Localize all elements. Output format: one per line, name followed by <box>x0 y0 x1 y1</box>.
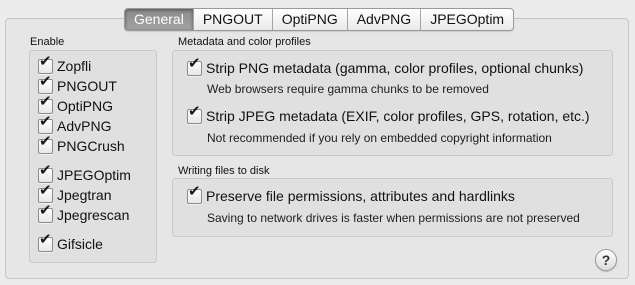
enable-jpegtran-label: Jpegtran <box>57 187 112 203</box>
tab-jpegoptim[interactable]: JPEGOptim <box>420 9 513 30</box>
writing-group-label: Writing files to disk <box>178 165 270 177</box>
checkmark-icon: ✔ <box>188 53 201 72</box>
enable-gifsicle-checkbox[interactable]: ✔ Gifsicle <box>38 231 103 252</box>
strip-png-note: Web browsers require gamma chunks to be … <box>207 82 489 96</box>
enable-group-label: Enable <box>30 36 65 48</box>
preserve-permissions-note: Saving to network drives is faster when … <box>207 211 580 225</box>
checkbox-box[interactable]: ✔ <box>38 202 53 223</box>
strip-png-metadata-checkbox[interactable]: ✔ Strip PNG metadata (gamma, color profi… <box>187 55 584 76</box>
help-button[interactable]: ? <box>595 249 617 271</box>
strip-jpeg-metadata-checkbox[interactable]: ✔ Strip JPEG metadata (EXIF, color profi… <box>187 103 590 124</box>
checkmark-icon: ✔ <box>188 181 201 200</box>
enable-jpegrescan-label: Jpegrescan <box>57 207 130 223</box>
tab-advpng[interactable]: AdvPNG <box>346 9 420 30</box>
checkmark-icon: ✔ <box>39 51 52 70</box>
preserve-permissions-checkbox[interactable]: ✔ Preserve file permissions, attributes … <box>187 183 515 204</box>
metadata-group-label: Metadata and color profiles <box>178 36 311 48</box>
checkmark-icon: ✔ <box>39 71 52 90</box>
checkmark-icon: ✔ <box>188 101 201 120</box>
checkbox-box[interactable]: ✔ <box>38 231 53 252</box>
tab-bar: General PNGOUT OptiPNG AdvPNG JPEGOptim <box>124 8 515 31</box>
tab-general[interactable]: General <box>125 9 193 30</box>
preserve-permissions-label: Preserve file permissions, attributes an… <box>206 188 515 204</box>
help-icon: ? <box>601 252 611 268</box>
enable-pngout-label: PNGOUT <box>57 78 117 94</box>
strip-jpeg-metadata-label: Strip JPEG metadata (EXIF, color profile… <box>206 108 590 124</box>
tab-pngout[interactable]: PNGOUT <box>192 9 272 30</box>
enable-pngcrush-label: PNGCrush <box>57 138 125 154</box>
enable-jpegoptim-checkbox[interactable]: ✔ JPEGOptim <box>38 162 131 183</box>
strip-jpeg-note: Not recommended if you rely on embedded … <box>207 131 552 145</box>
checkmark-icon: ✔ <box>39 91 52 110</box>
checkmark-icon: ✔ <box>39 180 52 199</box>
enable-pngcrush-checkbox[interactable]: ✔ PNGCrush <box>38 133 125 154</box>
enable-gifsicle-label: Gifsicle <box>57 236 103 252</box>
checkbox-box[interactable]: ✔ <box>187 103 202 124</box>
enable-advpng-label: AdvPNG <box>57 118 112 134</box>
checkmark-icon: ✔ <box>39 160 52 179</box>
tab-optipng[interactable]: OptiPNG <box>271 9 347 30</box>
writing-group-box <box>172 178 613 237</box>
strip-png-metadata-label: Strip PNG metadata (gamma, color profile… <box>206 60 584 76</box>
enable-jpegoptim-label: JPEGOptim <box>57 167 131 183</box>
checkbox-box[interactable]: ✔ <box>38 133 53 154</box>
enable-optipng-label: OptiPNG <box>57 98 114 114</box>
checkbox-box[interactable]: ✔ <box>187 55 202 76</box>
checkmark-icon: ✔ <box>39 200 52 219</box>
checkbox-box[interactable]: ✔ <box>187 183 202 204</box>
checkmark-icon: ✔ <box>39 229 52 248</box>
checkmark-icon: ✔ <box>39 111 52 130</box>
enable-jpegrescan-checkbox[interactable]: ✔ Jpegrescan <box>38 202 130 223</box>
checkmark-icon: ✔ <box>39 131 52 150</box>
enable-zopfli-label: Zopfli <box>57 58 92 74</box>
